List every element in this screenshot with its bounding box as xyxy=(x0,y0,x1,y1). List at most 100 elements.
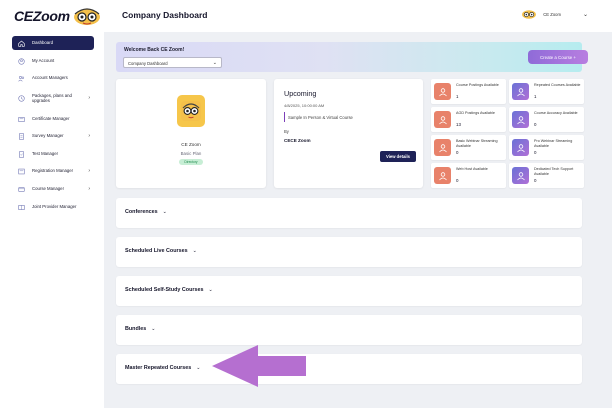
stat-agd-postings: AGD Postings Available 13 xyxy=(431,107,506,132)
chevron-down-icon: ⌄ xyxy=(582,11,588,18)
create-course-button[interactable]: Create a Course + xyxy=(528,50,588,64)
stat-label: Dedicated Tech Support Available xyxy=(534,167,574,176)
home-icon xyxy=(16,38,26,48)
section-master-repeated-courses[interactable]: Master Repeated Courses ⌄ xyxy=(116,354,582,384)
users-icon xyxy=(16,73,26,83)
sidebar-item-packages[interactable]: Packages, plans and upgrades › xyxy=(12,90,94,106)
section-title: Master Repeated Courses ⌄ xyxy=(125,365,200,371)
page-title: Company Dashboard xyxy=(122,10,208,20)
survey-icon xyxy=(16,131,26,141)
stat-value: 0 xyxy=(534,150,537,155)
course-icon xyxy=(16,184,26,194)
user-name: CE Zoom xyxy=(543,11,561,17)
upcoming-title: Upcoming xyxy=(284,89,317,98)
person-icon xyxy=(512,111,529,128)
stat-basic-webinar: Basic Webinar Streaming Available 0 xyxy=(431,135,506,160)
person-icon xyxy=(434,139,451,156)
stat-value: 0 xyxy=(456,150,459,155)
sidebar-item-my-account[interactable]: My Account xyxy=(12,54,94,68)
section-conferences[interactable]: Conferences ⌄ xyxy=(116,198,582,228)
sidebar-item-label: Course Manager xyxy=(32,186,65,192)
sidebar-item-survey-manager[interactable]: Survey Manager › xyxy=(12,129,94,143)
upcoming-date: 4/8/2025, 10:00:00 AM xyxy=(284,103,325,108)
sidebar-item-label: Account Managers xyxy=(32,75,68,81)
section-title-text: Bundles xyxy=(125,326,147,332)
plan-name: Basic Plan xyxy=(180,151,202,156)
plan-card: CE Zoom Basic Plan Directory xyxy=(116,79,266,188)
section-title: Bundles ⌄ xyxy=(125,326,155,332)
stat-value: 13 xyxy=(456,122,461,127)
stat-label: Course Accuracy Available xyxy=(534,111,578,115)
test-icon xyxy=(16,149,26,159)
section-title-text: Conferences xyxy=(125,209,158,215)
logo-mascot-icon xyxy=(73,8,100,25)
upcoming-organizer: CECE Zoom xyxy=(284,138,311,143)
registration-icon xyxy=(16,166,26,176)
sidebar-item-label: Registration Manager xyxy=(32,168,74,174)
dashboard-select[interactable]: Company Dashboard ⌄ xyxy=(123,57,222,68)
person-icon xyxy=(434,167,451,184)
sidebar-item-joint-provider-manager[interactable]: Joint Provider Manager xyxy=(12,200,94,214)
logo-text: CEZoom xyxy=(14,8,70,24)
welcome-banner: Welcome Back CE Zoom! Company Dashboard … xyxy=(116,42,588,72)
stat-pro-webinar: Pro Webinar Streaming Available 0 xyxy=(509,135,584,160)
person-icon xyxy=(434,111,451,128)
section-title-text: Master Repeated Courses xyxy=(125,365,192,371)
chevron-right-icon: › xyxy=(88,95,90,101)
upcoming-card: Upcoming 4/8/2025, 10:00:00 AM Sample In… xyxy=(274,79,423,188)
person-icon xyxy=(512,139,529,156)
sidebar-item-label: Test Manager xyxy=(32,151,59,157)
chevron-down-icon: ⌄ xyxy=(208,287,213,293)
sidebar-item-account-managers[interactable]: Account Managers xyxy=(12,71,94,85)
section-bundles[interactable]: Bundles ⌄ xyxy=(116,315,582,345)
joint-provider-icon xyxy=(16,202,26,212)
stat-value: 1 xyxy=(456,94,459,99)
annotation-arrow-icon xyxy=(212,345,306,387)
sidebar-item-course-manager[interactable]: Course Manager › xyxy=(12,182,94,196)
stat-value: 0 xyxy=(456,178,459,183)
sidebar-item-label: Packages, plans and upgrades xyxy=(32,92,72,103)
section-title-text: Scheduled Live Courses xyxy=(125,248,188,254)
sidebar-item-dashboard[interactable]: Dashboard xyxy=(12,36,94,50)
section-title-text: Scheduled Self-Study Courses xyxy=(125,287,204,293)
person-icon xyxy=(512,83,529,100)
sidebar-item-label: Joint Provider Manager xyxy=(32,204,77,210)
stat-label: Pro Webinar Streaming Available xyxy=(534,139,573,148)
package-icon xyxy=(16,93,26,103)
chevron-down-icon: ⌄ xyxy=(162,209,167,215)
stat-label: Course Postings Available xyxy=(456,83,499,87)
sidebar-item-label: Certificate Manager xyxy=(32,116,70,122)
chevron-right-icon: › xyxy=(88,168,90,174)
sidebar-item-test-manager[interactable]: Test Manager xyxy=(12,147,94,161)
chevron-down-icon: ⌄ xyxy=(212,60,217,66)
account-icon xyxy=(16,56,26,66)
person-icon xyxy=(434,83,451,100)
company-avatar xyxy=(177,95,205,127)
stat-web-host: Web Host Available 0 xyxy=(431,163,506,188)
sidebar-item-label: Survey Manager xyxy=(32,133,64,139)
certificate-icon xyxy=(16,114,26,124)
stat-label: Repeated Courses Available xyxy=(534,83,581,87)
section-title: Scheduled Live Courses ⌄ xyxy=(125,248,197,254)
chevron-down-icon: ⌄ xyxy=(196,365,201,371)
sidebar-item-certificate-manager[interactable]: Certificate Manager xyxy=(12,112,94,126)
person-icon xyxy=(512,167,529,184)
user-avatar-icon xyxy=(522,10,537,19)
ce-zoom-logo[interactable]: CEZoom xyxy=(14,6,102,26)
user-menu[interactable]: CE Zoom ⌄ xyxy=(521,8,588,20)
directory-badge: Directory xyxy=(179,159,203,165)
company-name: CE Zoom xyxy=(181,142,201,147)
sidebar-item-label: My Account xyxy=(32,58,55,64)
top-bar: CEZoom Company Dashboard CE Zoom ⌄ xyxy=(0,0,612,32)
stat-course-accuracy: Course Accuracy Available 0 xyxy=(509,107,584,132)
sidebar-item-registration-manager[interactable]: Registration Manager › xyxy=(12,164,94,178)
view-details-button[interactable]: View details xyxy=(380,151,416,162)
chevron-down-icon: ⌄ xyxy=(151,326,156,332)
dashboard-select-value: Company Dashboard xyxy=(128,61,168,66)
stat-label: Web Host Available xyxy=(456,167,488,171)
section-scheduled-self-study-courses[interactable]: Scheduled Self-Study Courses ⌄ xyxy=(116,276,582,306)
upcoming-by-label: By xyxy=(284,129,289,134)
stat-repeated-courses: Repeated Courses Available 1 xyxy=(509,79,584,104)
section-scheduled-live-courses[interactable]: Scheduled Live Courses ⌄ xyxy=(116,237,582,267)
sidebar: Dashboard My Account Account Managers Pa… xyxy=(0,32,104,408)
